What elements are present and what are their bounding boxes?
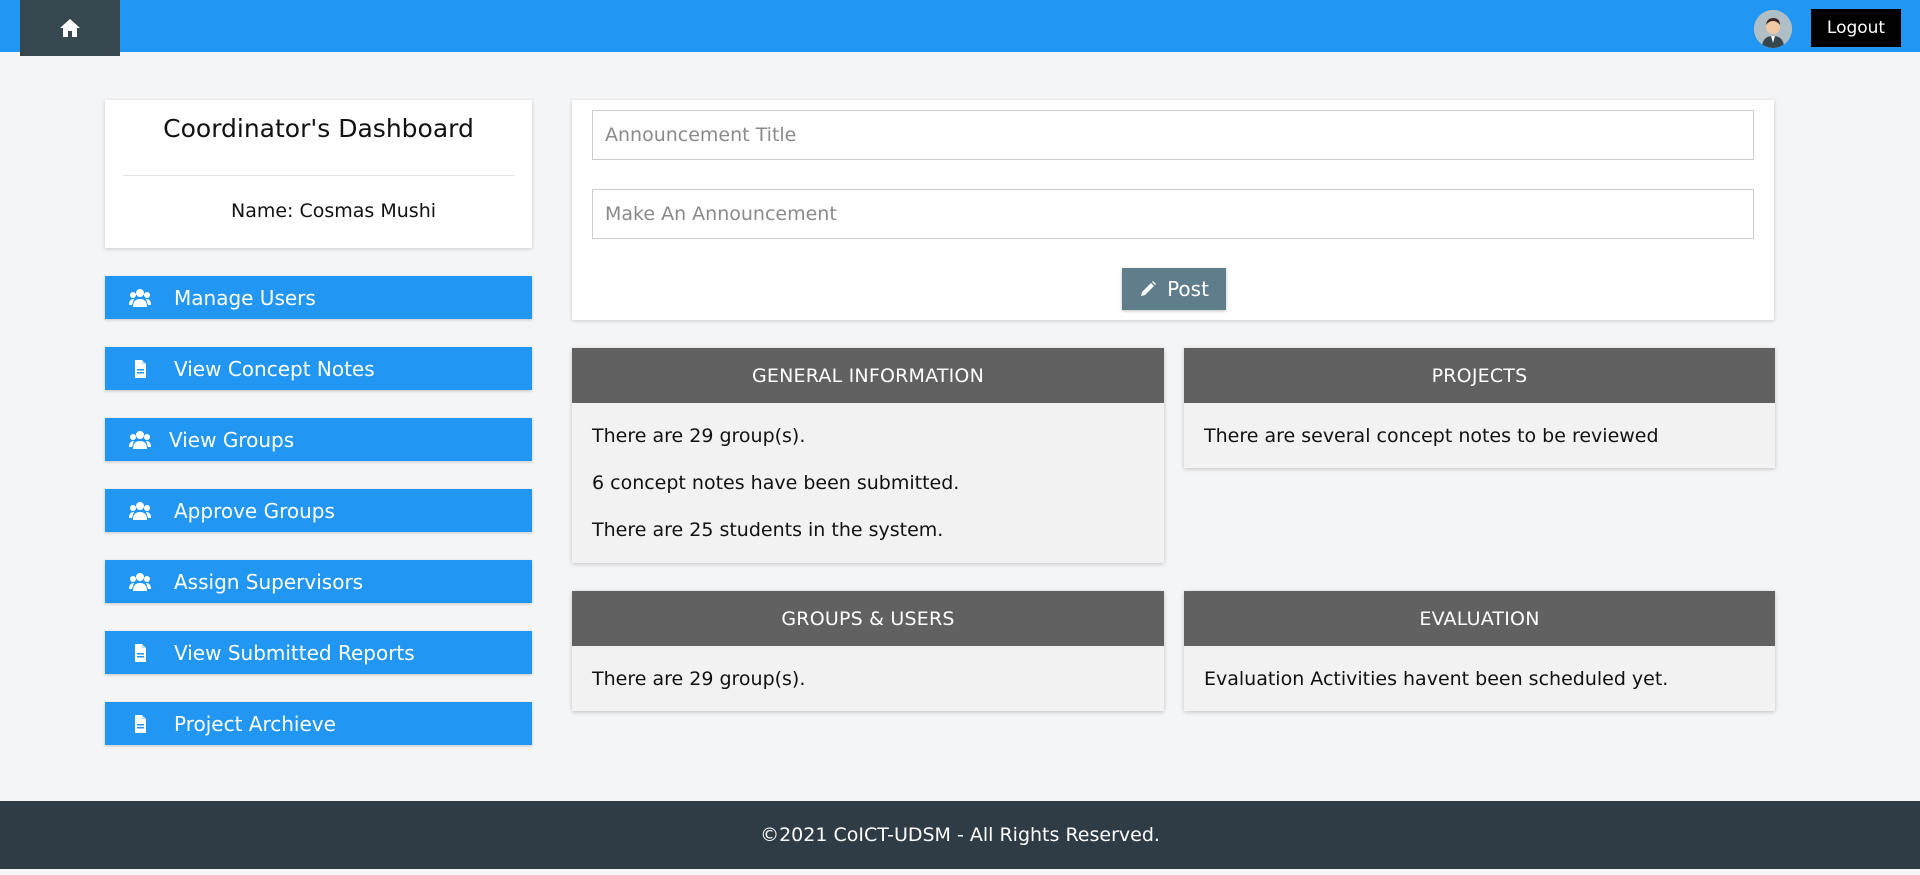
info-line: There are 29 group(s).	[592, 425, 806, 447]
post-label: Post	[1167, 277, 1209, 301]
post-button[interactable]: Post	[1122, 268, 1226, 310]
approve-groups-button[interactable]: Approve Groups	[105, 489, 532, 532]
card-header: GROUPS & USERS	[572, 591, 1164, 646]
menu-label: Approve Groups	[174, 499, 335, 523]
assign-supervisors-button[interactable]: Assign Supervisors	[105, 560, 532, 603]
footer: ©2021 CoICT-UDSM - All Rights Reserved.	[0, 801, 1920, 869]
bottom-strip	[0, 869, 1920, 875]
user-name: Name: Cosmas Mushi	[230, 200, 437, 222]
menu-label: Assign Supervisors	[174, 570, 364, 594]
logout-button[interactable]: Logout	[1811, 9, 1901, 47]
projects-card: PROJECTS There are several concept notes…	[1184, 348, 1775, 468]
menu-label: Manage Users	[174, 286, 316, 310]
menu-label: View Submitted Reports	[174, 641, 415, 665]
profile-card: Coordinator's Dashboard Name: Cosmas Mus…	[105, 100, 532, 248]
view-groups-button[interactable]: View Groups	[105, 418, 532, 461]
manage-users-button[interactable]: Manage Users	[105, 276, 532, 319]
copyright-text: ©2021 CoICT-UDSM - All Rights Reserved.	[760, 824, 1160, 846]
card-header: PROJECTS	[1184, 348, 1775, 403]
view-concept-notes-button[interactable]: View Concept Notes	[105, 347, 532, 390]
announcement-card: Post	[572, 100, 1774, 320]
info-line: There are 25 students in the system.	[592, 519, 944, 541]
menu-label: View Concept Notes	[174, 357, 375, 381]
document-icon	[135, 715, 146, 733]
card-header: EVALUATION	[1184, 591, 1775, 646]
info-line: There are several concept notes to be re…	[1204, 425, 1659, 447]
users-icon	[129, 573, 151, 591]
pencil-icon	[1141, 281, 1157, 296]
users-icon	[129, 502, 151, 520]
divider	[123, 175, 514, 176]
top-navbar: Logout	[0, 0, 1920, 56]
evaluation-card: EVALUATION Evaluation Activities havent …	[1184, 591, 1775, 711]
home-button[interactable]	[20, 0, 120, 56]
info-line: Evaluation Activities havent been schedu…	[1204, 668, 1669, 690]
card-body: There are 29 group(s). 6 concept notes h…	[572, 403, 1164, 543]
card-body: Evaluation Activities havent been schedu…	[1184, 646, 1775, 692]
avatar-icon	[1754, 10, 1792, 48]
user-avatar[interactable]	[1754, 10, 1792, 48]
general-information-card: GENERAL INFORMATION There are 29 group(s…	[572, 348, 1164, 563]
groups-users-card: GROUPS & USERS There are 29 group(s).	[572, 591, 1164, 711]
project-archive-button[interactable]: Project Archieve	[105, 702, 532, 745]
card-header: GENERAL INFORMATION	[572, 348, 1164, 403]
users-icon	[129, 289, 151, 307]
users-icon	[129, 431, 151, 449]
document-icon	[135, 360, 146, 378]
announcement-title-input[interactable]	[592, 110, 1754, 160]
card-body: There are 29 group(s).	[572, 646, 1164, 692]
view-submitted-reports-button[interactable]: View Submitted Reports	[105, 631, 532, 674]
info-line: 6 concept notes have been submitted.	[592, 472, 960, 494]
info-line: There are 29 group(s).	[592, 668, 806, 690]
home-icon	[60, 19, 80, 37]
menu-label: Project Archieve	[174, 712, 336, 736]
menu-label: View Groups	[169, 428, 295, 452]
announcement-body-input[interactable]	[592, 189, 1754, 239]
card-body: There are several concept notes to be re…	[1184, 403, 1775, 449]
dashboard-title: Coordinator's Dashboard	[163, 114, 474, 143]
document-icon	[135, 644, 146, 662]
